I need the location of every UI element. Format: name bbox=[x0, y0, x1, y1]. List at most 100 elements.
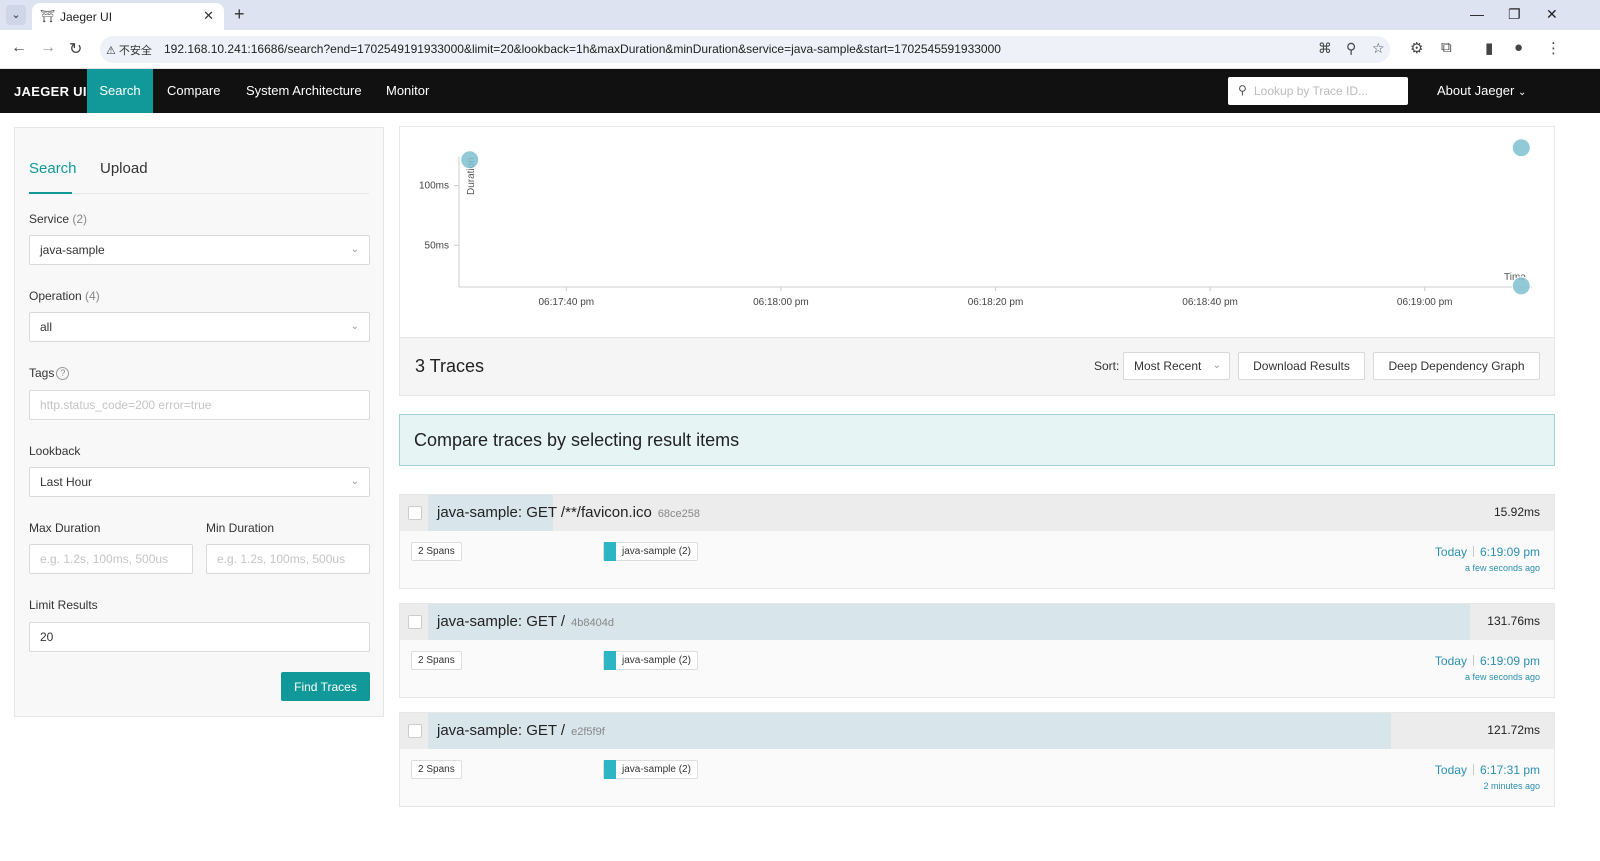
operation-count: (4) bbox=[85, 289, 100, 303]
tab-search[interactable]: Search bbox=[29, 160, 77, 177]
about-jaeger-menu[interactable]: About Jaeger ⌄ bbox=[1437, 83, 1526, 98]
trace-name[interactable]: java-sample: GET / 4b8404d bbox=[437, 613, 614, 630]
service-count: (2) bbox=[72, 212, 88, 226]
service-label-text: Service bbox=[29, 212, 70, 226]
extension-puzzle-icon[interactable]: ⚙ bbox=[1410, 39, 1423, 57]
find-traces-button[interactable]: Find Traces bbox=[281, 672, 370, 701]
operation-value: all bbox=[40, 320, 53, 334]
trace-name[interactable]: java-sample: GET / e2f5f9f bbox=[437, 722, 605, 739]
nav-system-architecture[interactable]: System Architecture bbox=[232, 69, 376, 113]
profile-avatar-icon[interactable]: ● bbox=[1514, 39, 1523, 56]
service-tag: java-sample (2) bbox=[603, 542, 698, 561]
max-duration-input[interactable] bbox=[29, 544, 193, 574]
trace-duration: 15.92ms bbox=[1493, 505, 1540, 519]
close-window-icon[interactable]: ✕ bbox=[1546, 6, 1558, 23]
new-tab-icon[interactable]: + bbox=[234, 4, 245, 25]
deep-dependency-graph-button[interactable]: Deep Dependency Graph bbox=[1373, 352, 1540, 380]
limit-results-input[interactable] bbox=[29, 622, 370, 652]
service-select[interactable]: java-sample ⌄ bbox=[29, 235, 370, 265]
trace-time: 6:19:09 pm bbox=[1479, 545, 1540, 559]
service-tag: java-sample (2) bbox=[603, 760, 698, 779]
service-tag: java-sample (2) bbox=[603, 651, 698, 670]
trace-relative-time: 2 minutes ago bbox=[1483, 781, 1540, 791]
trace-result-item[interactable]: java-sample: GET / 4b8404d 131.76ms 2 Spa… bbox=[399, 603, 1555, 698]
search-icon: ⚲ bbox=[1238, 83, 1247, 97]
span-count-tag: 2 Spans bbox=[411, 760, 462, 779]
trace-select-checkbox[interactable] bbox=[408, 724, 422, 738]
close-tab-icon[interactable]: ✕ bbox=[203, 8, 214, 24]
service-tag-text: java-sample (2) bbox=[622, 764, 691, 775]
operation-select[interactable]: all ⌄ bbox=[29, 312, 370, 342]
trace-id-input[interactable] bbox=[1254, 81, 1402, 101]
browser-tab-title: Jaeger UI bbox=[60, 10, 113, 24]
restore-icon[interactable]: ❐ bbox=[1508, 6, 1521, 23]
insecure-warning[interactable]: ⚠ 不安全 bbox=[106, 42, 152, 58]
bookmark-star-icon[interactable]: ☆ bbox=[1372, 40, 1385, 57]
side-panel-icon[interactable]: ▮ bbox=[1485, 39, 1493, 57]
sort-select[interactable]: Most Recent ⌄ bbox=[1123, 352, 1230, 380]
service-tag-text: java-sample (2) bbox=[622, 546, 691, 557]
extensions-icon[interactable]: ⧉ bbox=[1441, 39, 1452, 56]
chevron-down-icon: ⌄ bbox=[350, 321, 359, 332]
operation-label: Operation (4) bbox=[29, 289, 100, 303]
trace-day: Today bbox=[1434, 763, 1467, 777]
trace-id: e2f5f9f bbox=[571, 726, 605, 738]
about-jaeger-label: About Jaeger bbox=[1437, 83, 1515, 98]
minimize-icon[interactable]: — bbox=[1470, 6, 1484, 22]
trace-point[interactable] bbox=[460, 150, 480, 170]
browser-tab-bar: ⌄ ⛩ Jaeger UI ✕ + — ❐ ✕ bbox=[0, 0, 1600, 30]
lookback-select[interactable]: Last Hour ⌄ bbox=[29, 467, 370, 497]
app-header: JAEGER UI Search Compare System Architec… bbox=[0, 69, 1600, 113]
nav-search[interactable]: Search bbox=[87, 69, 153, 113]
trace-result-item[interactable]: java-sample: GET / e2f5f9f 121.72ms 2 Spa… bbox=[399, 712, 1555, 807]
back-icon[interactable]: ← bbox=[11, 39, 27, 57]
span-count-tag: 2 Spans bbox=[411, 542, 462, 561]
reload-icon[interactable]: ↻ bbox=[69, 39, 82, 59]
nav-monitor[interactable]: Monitor bbox=[372, 69, 443, 113]
trace-name-text: java-sample: GET /**/favicon.ico bbox=[437, 504, 652, 521]
translate-icon[interactable]: ⌘ bbox=[1318, 40, 1332, 57]
sort-value: Most Recent bbox=[1134, 359, 1202, 373]
service-color-swatch bbox=[604, 760, 616, 779]
nav-compare[interactable]: Compare bbox=[153, 69, 234, 113]
trace-point[interactable] bbox=[1511, 276, 1531, 296]
chevron-down-icon: ⌄ bbox=[1517, 87, 1527, 98]
trace-name-text: java-sample: GET / bbox=[437, 613, 566, 630]
span-count-tag: 2 Spans bbox=[411, 651, 462, 670]
tab-upload[interactable]: Upload bbox=[100, 160, 148, 177]
trace-day: Today bbox=[1434, 654, 1467, 668]
zoom-icon[interactable]: ⚲ bbox=[1346, 40, 1356, 57]
min-duration-input[interactable] bbox=[206, 544, 370, 574]
address-bar[interactable]: ⚠ 不安全 192.168.10.241:16686/search?end=17… bbox=[100, 36, 1390, 63]
insecure-label: 不安全 bbox=[118, 45, 152, 57]
lookback-label: Lookback bbox=[29, 444, 81, 458]
x-tick-label: 06:17:40 pm bbox=[538, 297, 594, 308]
chevron-down-icon: ⌄ bbox=[350, 476, 359, 487]
forward-icon[interactable]: → bbox=[40, 39, 56, 57]
service-value: java-sample bbox=[40, 243, 105, 257]
trace-id: 68ce258 bbox=[657, 508, 701, 520]
tab-search-dropdown-icon[interactable]: ⌄ bbox=[6, 5, 26, 25]
trace-name[interactable]: java-sample: GET /**/favicon.ico 68ce258 bbox=[437, 504, 700, 521]
operation-label-text: Operation bbox=[29, 289, 82, 303]
active-tab-indicator bbox=[29, 192, 72, 194]
tags-input[interactable] bbox=[29, 390, 370, 420]
download-results-button[interactable]: Download Results bbox=[1238, 352, 1365, 380]
trace-duration: 121.72ms bbox=[1487, 723, 1540, 737]
limit-results-label: Limit Results bbox=[29, 598, 98, 612]
trace-duration: 131.76ms bbox=[1487, 614, 1540, 628]
results-header: 3 Traces Sort: Most Recent ⌄ Download Res… bbox=[399, 338, 1555, 396]
url-text: 192.168.10.241:16686/search?end=17025491… bbox=[164, 42, 1001, 56]
trace-select-checkbox[interactable] bbox=[408, 615, 422, 629]
browser-tab[interactable]: ⛩ Jaeger UI ✕ bbox=[32, 3, 224, 30]
trace-point[interactable] bbox=[1511, 138, 1531, 158]
trace-id: 4b8404d bbox=[571, 617, 614, 629]
brand-logo[interactable]: JAEGER UI bbox=[14, 84, 87, 99]
trace-select-checkbox[interactable] bbox=[408, 506, 422, 520]
trace-count-title: 3 Traces bbox=[415, 356, 485, 376]
x-tick-label: 06:18:00 pm bbox=[753, 297, 809, 308]
x-tick-label: 06:19:00 pm bbox=[1397, 297, 1453, 308]
trace-result-item[interactable]: java-sample: GET /**/favicon.ico 68ce258 … bbox=[399, 494, 1555, 589]
menu-kebab-icon[interactable]: ⋮ bbox=[1546, 39, 1561, 57]
help-question-icon[interactable]: ? bbox=[56, 367, 70, 380]
